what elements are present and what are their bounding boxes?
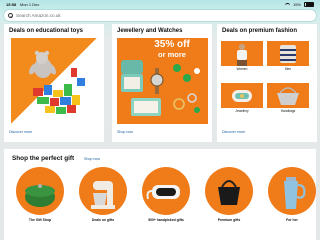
gift-label[interactable]: Deals on gifts <box>79 218 127 222</box>
gift-shop-now-link[interactable]: Shop now <box>84 157 100 161</box>
discover-more-link[interactable]: Discover more <box>9 130 32 134</box>
gift-section: Shop the perfect gift Shop now The Gift … <box>4 149 316 240</box>
stand-mixer-image <box>91 181 115 209</box>
tile-label: Women <box>236 67 248 71</box>
jewellery-tile-image <box>221 83 263 108</box>
gift-label[interactable]: The Gift Shop <box>16 218 64 222</box>
gift-label[interactable]: 500+ handpicked gifts <box>142 218 190 222</box>
jewellery-image[interactable]: 35% off or more <box>117 38 208 124</box>
search-icon[interactable] <box>8 13 14 19</box>
fashion-tile-women[interactable]: Women <box>221 41 263 71</box>
card-title: Deals on educational toys <box>9 28 84 34</box>
wifi-icon <box>284 2 290 7</box>
discover-more-link[interactable]: Discover more <box>222 130 245 134</box>
status-date: Mon 1 Dec <box>20 2 40 7</box>
fashion-tile-jewellery[interactable]: Jewellery <box>221 83 263 113</box>
men-image <box>267 41 309 66</box>
handbags-image <box>267 83 309 108</box>
jewellery-illustration <box>121 60 200 116</box>
cast-iron-pot-image <box>25 184 55 207</box>
gift-label[interactable]: For her <box>268 218 316 222</box>
card-premium-fashion[interactable]: Deals on premium fashion Women Men Jewel… <box>217 24 317 142</box>
gift-circle-for-her[interactable] <box>268 167 316 215</box>
gift-circle-premium[interactable] <box>205 167 253 215</box>
card-jewellery-watches[interactable]: Jewellery and Watches 35% off or more Sh… <box>112 24 212 142</box>
battery-icon <box>304 1 314 8</box>
vr-headset-image <box>146 185 180 200</box>
card-educational-toys[interactable]: Deals on educational toys Discover more <box>4 24 104 142</box>
tile-label: Men <box>284 67 292 71</box>
fashion-tile-men[interactable]: Men <box>267 41 309 71</box>
tile-label: Jewellery <box>235 109 249 113</box>
card-title: Jewellery and Watches <box>117 28 183 34</box>
gift-circle-deals[interactable] <box>79 167 127 215</box>
gift-label[interactable]: Premium gifts <box>205 218 253 222</box>
status-right: 15% <box>284 0 314 9</box>
tile-label: Handbags <box>280 109 296 113</box>
black-handbag-image <box>218 180 240 205</box>
search-bar[interactable] <box>4 10 316 21</box>
women-image <box>221 41 263 66</box>
status-time: 15:58 <box>6 2 17 7</box>
shop-now-link[interactable]: Shop now <box>117 130 133 134</box>
status-bar: 15:58 Mon 1 Dec 15% <box>0 0 320 9</box>
fashion-tile-handbags[interactable]: Handbags <box>267 83 309 113</box>
toys-illustration <box>29 50 85 114</box>
battery-percent: 15% <box>292 2 301 7</box>
card-title: Deals on premium fashion <box>222 28 298 34</box>
toys-image[interactable] <box>11 38 97 124</box>
gift-circle-handpicked[interactable] <box>142 167 190 215</box>
section-title: Shop the perfect gift <box>12 155 75 162</box>
search-input[interactable] <box>16 13 296 18</box>
gift-circle-gift-shop[interactable] <box>16 167 64 215</box>
tumbler-image <box>284 177 306 209</box>
